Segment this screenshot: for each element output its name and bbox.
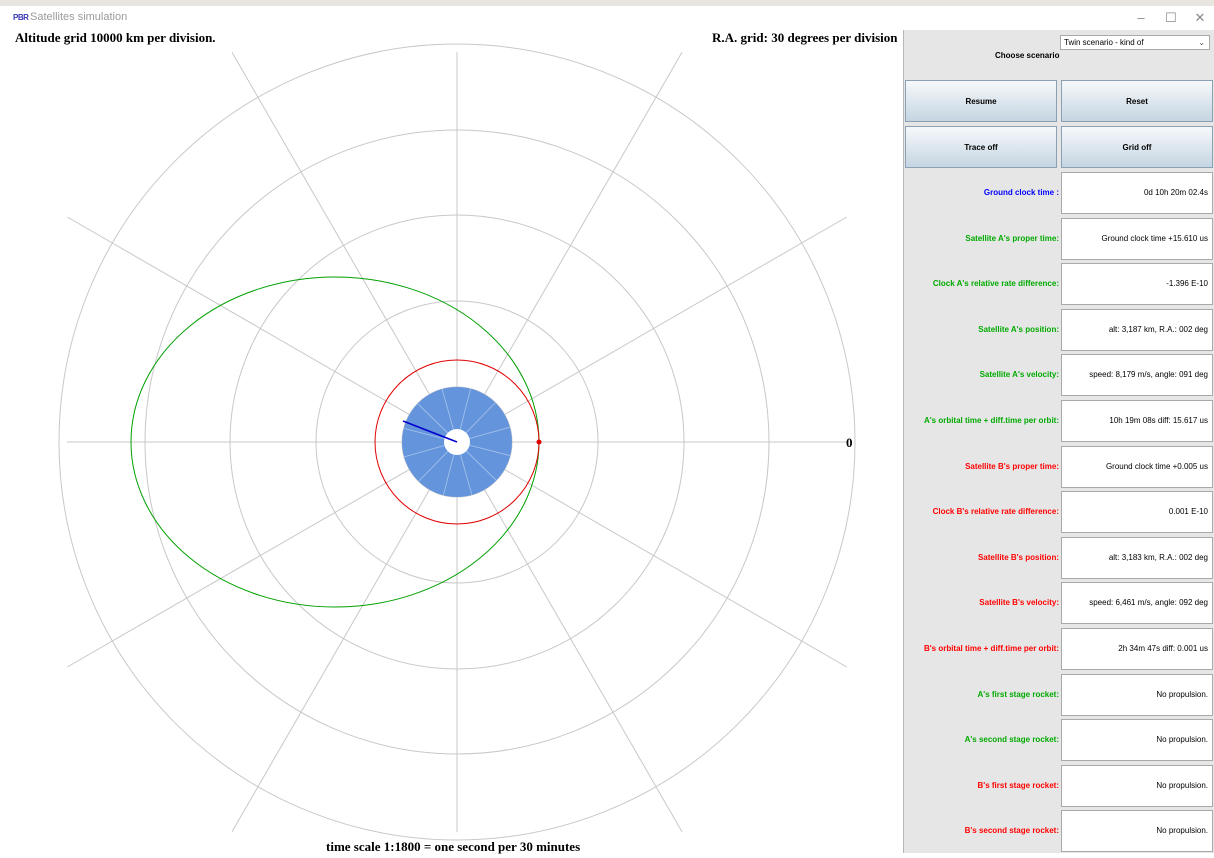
zero-degree-label: 0: [846, 435, 853, 450]
ra-grid-line: [456, 441, 683, 832]
sat-b-velocity-value: speed: 6,461 m/s, angle: 092 deg: [1061, 582, 1213, 624]
grid-toggle-button[interactable]: Grid off: [1061, 126, 1213, 168]
scenario-dropdown[interactable]: Twin scenario - kind of ⌄: [1060, 35, 1210, 50]
chevron-down-icon: ⌄: [1198, 38, 1205, 47]
maximize-button[interactable]: ☐: [1156, 8, 1186, 28]
earth: [402, 387, 512, 497]
a-first-stage-label: A's first stage rocket:: [977, 690, 1059, 699]
sat-b-proper-time-label: Satellite B's proper time:: [965, 462, 1059, 471]
ra-grid-line: [231, 441, 458, 832]
a-orbital-time-value: 10h 19m 08s diff: 15.617 us: [1061, 400, 1213, 442]
scenario-selected-value: Twin scenario - kind of: [1064, 38, 1144, 47]
ra-grid-line: [67, 441, 458, 668]
a-second-stage-label: A's second stage rocket:: [964, 735, 1059, 744]
title-bar-strip: [0, 0, 1214, 6]
ra-grid-line: [67, 216, 458, 443]
clock-a-rate-diff-label: Clock A's relative rate difference:: [932, 279, 1059, 288]
b-first-stage-label: B's first stage rocket:: [977, 781, 1059, 790]
b-orbital-time-label: B's orbital time + diff.time per orbit:: [923, 644, 1059, 653]
choose-scenario-label: Choose scenario: [995, 51, 1060, 60]
b-second-stage-label: B's second stage rocket:: [964, 826, 1059, 835]
close-button[interactable]: ✕: [1185, 8, 1214, 28]
ra-grid-label: R.A. grid: 30 degrees per division: [712, 30, 898, 45]
resume-button[interactable]: Resume: [905, 80, 1057, 122]
sat-a-proper-time-label: Satellite A's proper time:: [965, 234, 1059, 243]
sat-a-position-value: alt: 3,187 km, R.A.: 002 deg: [1061, 309, 1213, 351]
sat-b-velocity-label: Satellite B's velocity:: [979, 598, 1059, 607]
sat-a-proper-time-value: Ground clock time +15.610 us: [1061, 218, 1213, 260]
sat-a-position-label: Satellite A's position:: [978, 325, 1059, 334]
clock-a-rate-diff-value: -1.396 E-10: [1061, 263, 1213, 305]
window-title: Satellites simulation: [30, 11, 128, 23]
sat-b-proper-time-value: Ground clock time +0.005 us: [1061, 446, 1213, 488]
altitude-grid-label: Altitude grid 10000 km per division.: [15, 30, 216, 45]
clock-b-rate-diff-label: Clock B's relative rate difference:: [932, 507, 1059, 516]
orbit-plot: [58, 43, 856, 841]
clock-b-rate-diff-value: 0.001 E-10: [1061, 491, 1213, 533]
sat-a-velocity-label: Satellite A's velocity:: [979, 370, 1059, 379]
sat-b-position-value: alt: 3,183 km, R.A.: 002 deg: [1061, 537, 1213, 579]
sat-a-velocity-value: speed: 8,179 m/s, angle: 091 deg: [1061, 354, 1213, 396]
b-second-stage-value: No propulsion.: [1061, 810, 1213, 852]
ra-grid-line: [231, 52, 458, 443]
b-orbital-time-value: 2h 34m 47s diff: 0.001 us: [1061, 628, 1213, 670]
minimize-button[interactable]: –: [1126, 8, 1156, 28]
satellite-marker: [536, 439, 542, 445]
ground-clock-time-label: Ground clock time :: [983, 188, 1059, 197]
app-icon: PBR: [13, 13, 29, 22]
title-bar: PBR Satellites simulation – ☐ ✕: [0, 0, 1214, 30]
trace-toggle-button[interactable]: Trace off: [905, 126, 1057, 168]
a-second-stage-value: No propulsion.: [1061, 719, 1213, 761]
simulation-canvas[interactable]: [0, 30, 903, 853]
b-first-stage-value: No propulsion.: [1061, 765, 1213, 807]
ra-grid-line: [456, 441, 847, 668]
ra-grid-line: [456, 216, 847, 443]
reset-button[interactable]: Reset: [1061, 80, 1213, 122]
ra-grid-line: [456, 52, 683, 443]
ground-clock-time-value: 0d 10h 20m 02.4s: [1061, 172, 1213, 214]
a-first-stage-value: No propulsion.: [1061, 674, 1213, 716]
sat-b-position-label: Satellite B's position:: [977, 553, 1059, 562]
a-orbital-time-label: A's orbital time + diff.time per orbit:: [923, 416, 1059, 425]
